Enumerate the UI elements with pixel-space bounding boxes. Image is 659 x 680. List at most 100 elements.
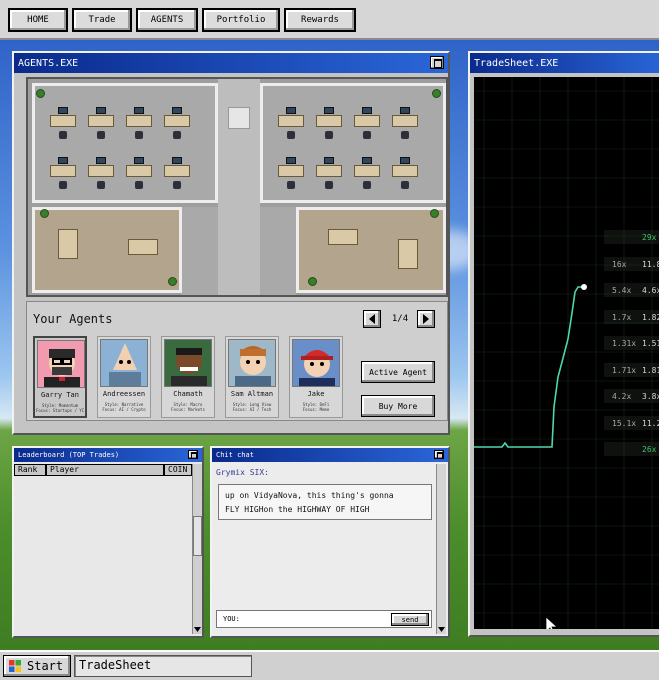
price-chart-svg	[474, 77, 659, 629]
chair	[173, 181, 181, 189]
desk	[164, 165, 190, 177]
monitor	[96, 157, 106, 164]
prev-page-button[interactable]	[363, 310, 381, 328]
desk	[278, 115, 304, 127]
chair	[363, 181, 371, 189]
chair	[287, 131, 295, 139]
agent-card-garry-tan[interactable]: Garry Tan Style: Momentum Focus: Startups…	[33, 336, 87, 418]
next-page-button[interactable]	[417, 310, 435, 328]
nav-portfolio-button[interactable]: Portfolio	[202, 8, 280, 32]
chair	[59, 181, 67, 189]
maximize-icon[interactable]	[430, 56, 444, 69]
multiplier-value: 1.51x	[642, 339, 659, 348]
plant	[36, 89, 45, 98]
desk	[50, 115, 76, 127]
desk	[128, 239, 158, 255]
agent-card-andreessen[interactable]: Andreessen Style: Narrative Focus: AI / C…	[97, 336, 151, 418]
agent-card-jake[interactable]: Jake Style: DeFi Focus: Meme	[289, 336, 343, 418]
price-line	[474, 286, 584, 448]
multiplier-label: 1.71x	[612, 365, 637, 375]
chat-scrollbar[interactable]	[436, 464, 446, 634]
price-chart[interactable]: 29x 16x 11.8x 5.4x 4.6x 1.7x 1.82x 1.31x 1.51x 1.…	[474, 77, 659, 629]
monitor	[96, 107, 106, 114]
agent-avatar	[292, 339, 340, 387]
agent-name: Andreessen	[102, 390, 146, 398]
agents-window-title: AGENTS.EXE	[18, 57, 79, 69]
tradesheet-window: TradeSheet.EXE 29x 16x 11.8x 5.4x 4.6x 1.7x 1.…	[468, 51, 659, 637]
multiplier-label: 4.2x	[612, 392, 632, 401]
agent-style: Style: Narrative Focus: AI / Crypto	[102, 402, 146, 412]
desk	[398, 239, 418, 269]
cursor-icon	[545, 616, 558, 629]
chair	[325, 181, 333, 189]
top-nav-bar: HOME Trade AGENTS Portfolio Rewards	[0, 0, 659, 40]
plant	[168, 277, 177, 286]
elevator	[228, 107, 250, 129]
agent-style: Style: Long View Focus: AI / Tech	[232, 402, 272, 412]
agents-window: AGENTS.EXE Your Agents 1/4 Garry Tan Sty…	[12, 51, 450, 435]
maximize-icon[interactable]	[434, 450, 444, 459]
scroll-down-icon[interactable]	[438, 627, 445, 632]
leaderboard-titlebar[interactable]: Leaderboard (TOP Trades)	[14, 448, 202, 462]
plant	[430, 209, 439, 218]
desk	[58, 229, 78, 259]
chair	[135, 131, 143, 139]
taskbar-item-tradesheet[interactable]: TradeSheet	[74, 655, 252, 677]
nav-rewards-button[interactable]: Rewards	[284, 8, 356, 32]
monitor	[58, 107, 68, 114]
column-header-player[interactable]: Player	[46, 464, 164, 476]
corridor	[260, 207, 296, 295]
column-header-rank[interactable]: Rank	[14, 464, 46, 476]
agent-card-sam-altman[interactable]: Sam Altman Style: Long View Focus: AI / T…	[225, 336, 279, 418]
monitor	[286, 157, 296, 164]
chat-username: Grymix SIX:	[216, 468, 269, 477]
chat-titlebar[interactable]: Chit chat	[212, 448, 448, 462]
nav-home-button[interactable]: HOME	[8, 8, 68, 32]
agent-avatar	[37, 340, 85, 388]
monitor	[286, 107, 296, 114]
desk	[354, 165, 380, 177]
multiplier-value: 11.2x	[642, 418, 659, 428]
agent-style: Style: DeFi Focus: Meme	[302, 402, 330, 412]
tradesheet-title: TradeSheet.EXE	[474, 57, 559, 69]
chair	[97, 131, 105, 139]
desk	[328, 229, 358, 245]
maximize-icon[interactable]	[188, 450, 198, 459]
monitor	[172, 107, 182, 114]
chat-message-line: FLY HIGHon the HIGHWAY OF HIGH	[225, 505, 370, 514]
chair	[401, 181, 409, 189]
multiplier-value: 26x	[642, 445, 657, 454]
tradesheet-titlebar[interactable]: TradeSheet.EXE	[470, 53, 659, 73]
agent-card-chamath[interactable]: Chamath Style: Macro Focus: Markets	[161, 336, 215, 418]
active-agent-button[interactable]: Active Agent	[361, 361, 435, 383]
desk	[50, 165, 76, 177]
chair	[135, 181, 143, 189]
desk	[392, 115, 418, 127]
monitor	[134, 157, 144, 164]
scroll-down-icon[interactable]	[194, 627, 201, 632]
taskbar: Start TradeSheet	[0, 650, 659, 680]
send-button[interactable]: send	[391, 613, 429, 626]
column-header-coin[interactable]: COIN	[164, 464, 192, 476]
chat-input-label: YOU:	[223, 615, 240, 623]
chart-grid	[474, 77, 659, 629]
monitor	[362, 157, 372, 164]
scrollbar-thumb[interactable]	[193, 516, 202, 556]
agent-avatar	[228, 339, 276, 387]
multiplier-label: 16x	[612, 259, 627, 269]
start-button[interactable]: Start	[3, 655, 71, 677]
plant	[40, 209, 49, 218]
desk	[316, 115, 342, 127]
buy-more-button[interactable]: Buy More	[361, 395, 435, 417]
multiplier-value: 3.8x	[642, 392, 659, 401]
agent-name: Sam Altman	[230, 390, 274, 398]
plant	[432, 89, 441, 98]
chair	[287, 181, 295, 189]
multiplier-label: 1.31x	[612, 339, 637, 348]
leaderboard-scrollbar[interactable]	[192, 464, 202, 634]
desk	[354, 115, 380, 127]
nav-trade-button[interactable]: Trade	[72, 8, 132, 32]
agents-window-titlebar[interactable]: AGENTS.EXE	[14, 53, 448, 73]
chat-input-field[interactable]: YOU: send	[216, 610, 432, 628]
nav-agents-button[interactable]: AGENTS	[136, 8, 198, 32]
